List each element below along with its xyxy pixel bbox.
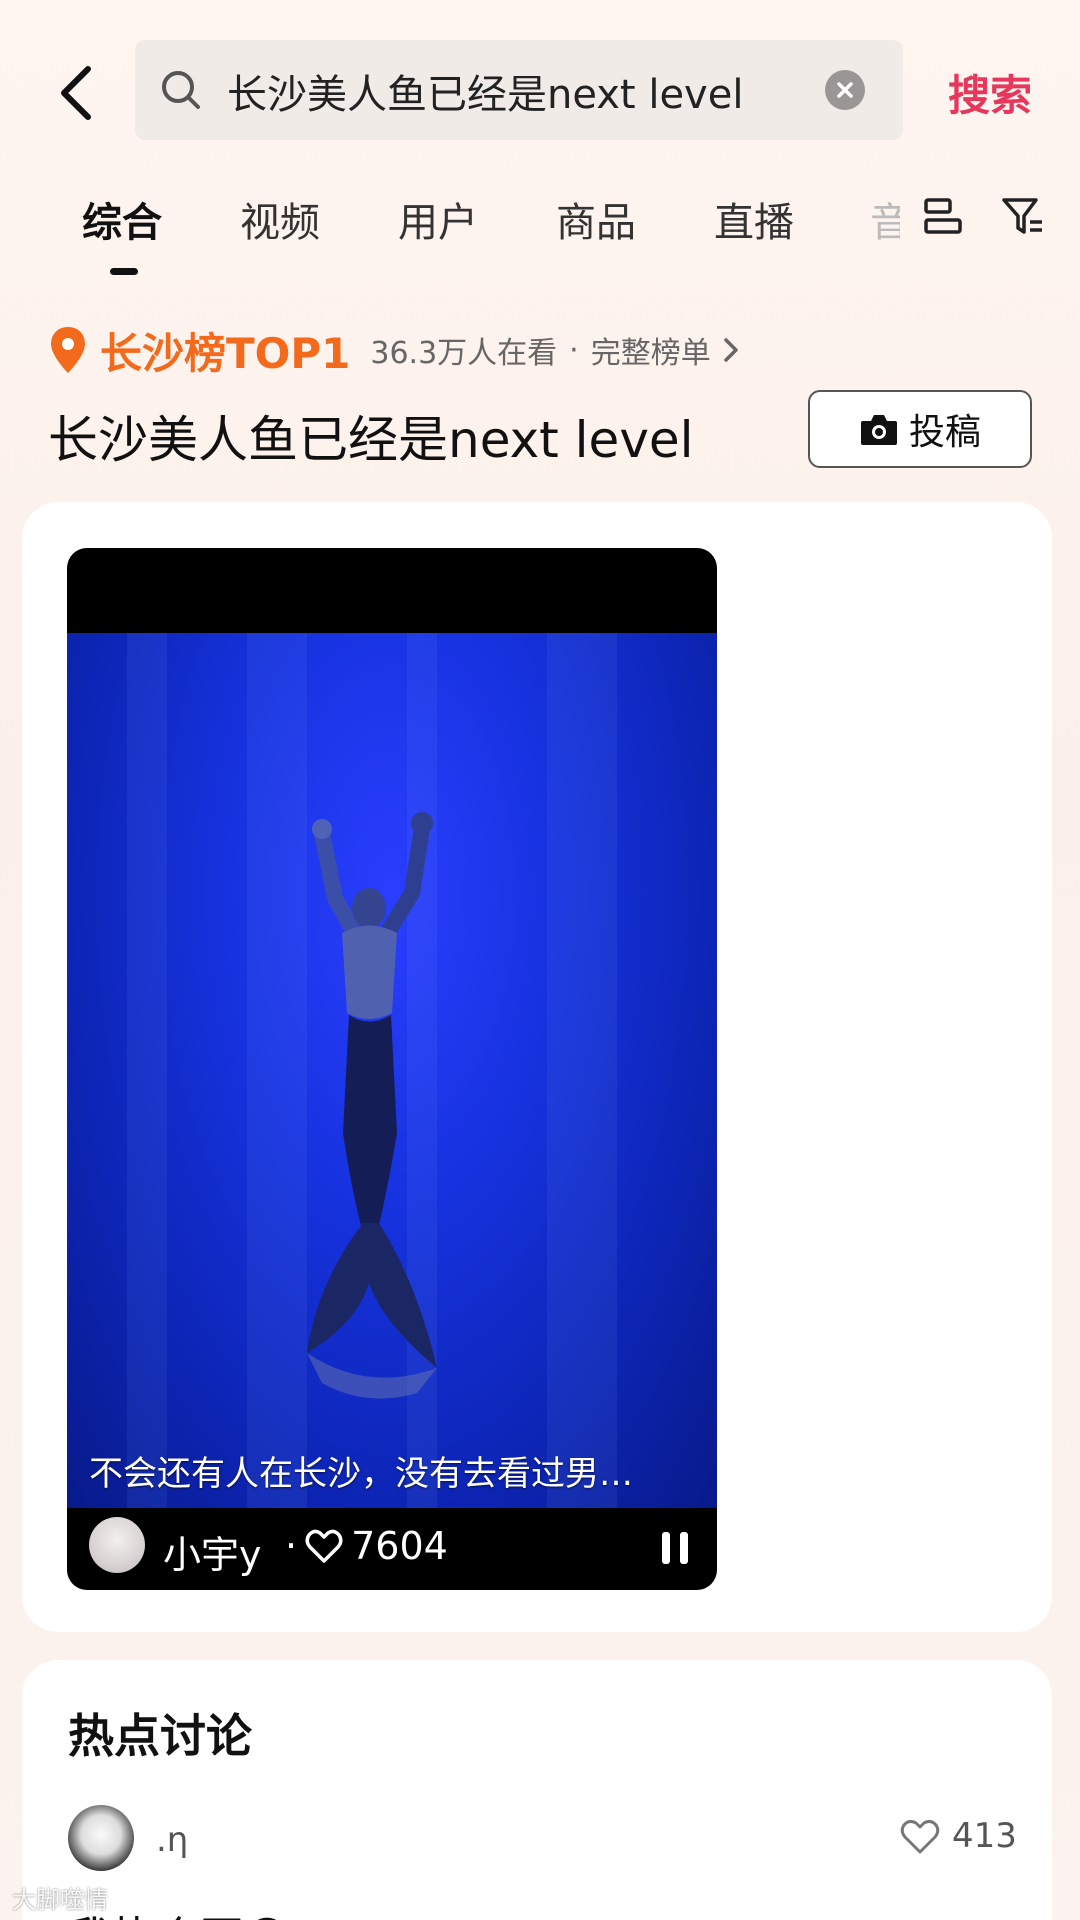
commenter-avatar[interactable]	[68, 1805, 134, 1871]
layout-icon[interactable]	[918, 192, 968, 242]
search-icon	[162, 71, 200, 109]
tab-users[interactable]: 用户	[398, 190, 478, 248]
tab-comprehensive[interactable]: 综合	[82, 190, 162, 248]
filter-icon[interactable]	[998, 192, 1048, 242]
search-query[interactable]: 长沙美人鱼已经是next level	[227, 62, 743, 120]
footer-separator: ·	[285, 1524, 298, 1568]
submit-label: 投稿	[908, 412, 981, 453]
viewer-count: 36.3万人在看	[370, 336, 558, 371]
watermark: 大脚噬情	[12, 1886, 108, 1914]
heart-icon	[900, 1819, 940, 1854]
back-button[interactable]	[50, 58, 100, 128]
tab-active-indicator	[110, 268, 138, 275]
search-input[interactable]: 长沙美人鱼已经是next level	[135, 40, 903, 140]
camera-icon	[860, 415, 897, 445]
pause-icon[interactable]	[657, 1528, 693, 1568]
hot-discussion-card: 热点讨论 .η 413 我执个豆😳	[22, 1660, 1052, 1920]
heart-icon	[305, 1529, 343, 1563]
likes-count: 7604	[351, 1524, 448, 1568]
commenter-name[interactable]: .η	[156, 1820, 188, 1860]
comment-like-count: 413	[952, 1816, 1017, 1856]
clear-icon	[837, 82, 853, 98]
tab-video[interactable]: 视频	[240, 190, 320, 248]
search-header: 长沙美人鱼已经是next level 搜索	[0, 0, 1080, 180]
result-tabs: 综合 视频 用户 商品 直播 音	[0, 180, 1080, 280]
chevron-right-icon	[723, 338, 738, 362]
tab-music[interactable]: 音	[870, 190, 900, 248]
comment-like-button[interactable]: 413	[900, 1816, 1017, 1856]
rank-row[interactable]: 长沙榜TOP1 36.3万人在看 · 完整榜单	[48, 320, 741, 380]
back-arrow-icon	[61, 66, 91, 120]
tab-products[interactable]: 商品	[556, 190, 636, 248]
author-name[interactable]: 小宇y	[163, 1524, 262, 1579]
author-avatar[interactable]	[89, 1517, 145, 1573]
tab-live[interactable]: 直播	[714, 190, 794, 248]
video-frame	[67, 633, 717, 1508]
mermaid-figure	[307, 812, 437, 1399]
rank-separator: ·	[569, 332, 579, 368]
video-caption: 不会还有人在长沙，没有去看过男…	[89, 1454, 633, 1494]
submit-button[interactable]: 投稿	[808, 390, 1032, 468]
video-card: 不会还有人在长沙，没有去看过男… 小宇y · 7604	[22, 502, 1052, 1632]
clear-button[interactable]	[825, 70, 865, 110]
search-button[interactable]: 搜索	[948, 62, 1032, 123]
discussion-title: 热点讨论	[68, 1709, 252, 1763]
video-player[interactable]: 不会还有人在长沙，没有去看过男… 小宇y · 7604	[67, 548, 717, 1590]
topic-title: 长沙美人鱼已经是next level	[48, 411, 694, 469]
full-list-link[interactable]: 完整榜单	[591, 328, 711, 372]
location-pin-icon	[51, 327, 85, 373]
video-likes[interactable]: · 7604	[285, 1524, 448, 1568]
rank-label: 长沙榜TOP1	[100, 328, 351, 378]
video-footer: 小宇y · 7604	[67, 1508, 717, 1590]
